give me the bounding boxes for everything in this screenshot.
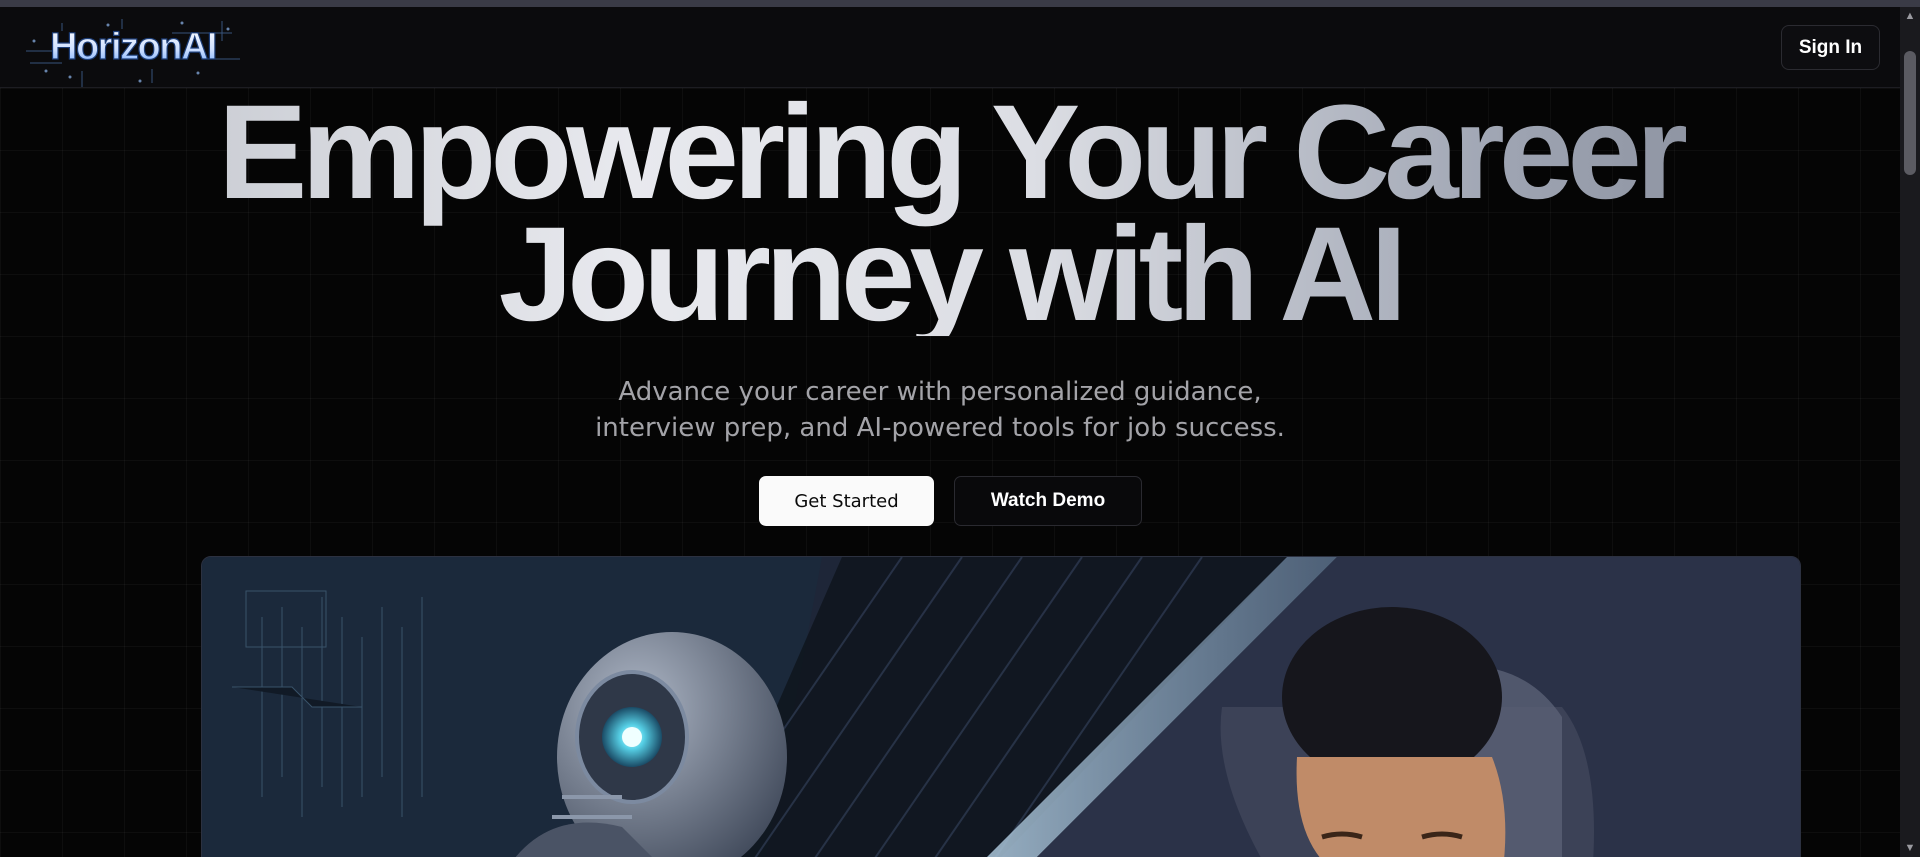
hero-image <box>201 556 1801 857</box>
hero-illustration <box>202 557 1800 857</box>
site-header: HorizonAI Sign In <box>0 7 1900 88</box>
vertical-scrollbar[interactable]: ▲ ▼ <box>1900 7 1920 857</box>
logo-graphic: HorizonAI <box>26 19 240 87</box>
hero-title: Empowering Your Career Journey with AI <box>150 92 1750 336</box>
get-started-button[interactable]: Get Started <box>759 476 934 526</box>
scrollbar-thumb[interactable] <box>1904 51 1916 175</box>
watch-demo-button[interactable]: Watch Demo <box>954 476 1142 526</box>
sign-in-button[interactable]: Sign In <box>1781 25 1880 70</box>
scroll-down-icon[interactable]: ▼ <box>1900 839 1920 857</box>
hero-title-line-1: Empowering Your Career <box>217 78 1683 227</box>
hero-subtitle: Advance your career with personalized gu… <box>595 377 1285 443</box>
scroll-up-icon[interactable]: ▲ <box>1900 7 1920 25</box>
browser-top-strip <box>0 0 1920 7</box>
hero-title-line-2: Journey with AI <box>498 200 1402 349</box>
horizonai-logo[interactable]: HorizonAI <box>22 11 244 91</box>
logo-text: HorizonAI <box>50 26 216 68</box>
